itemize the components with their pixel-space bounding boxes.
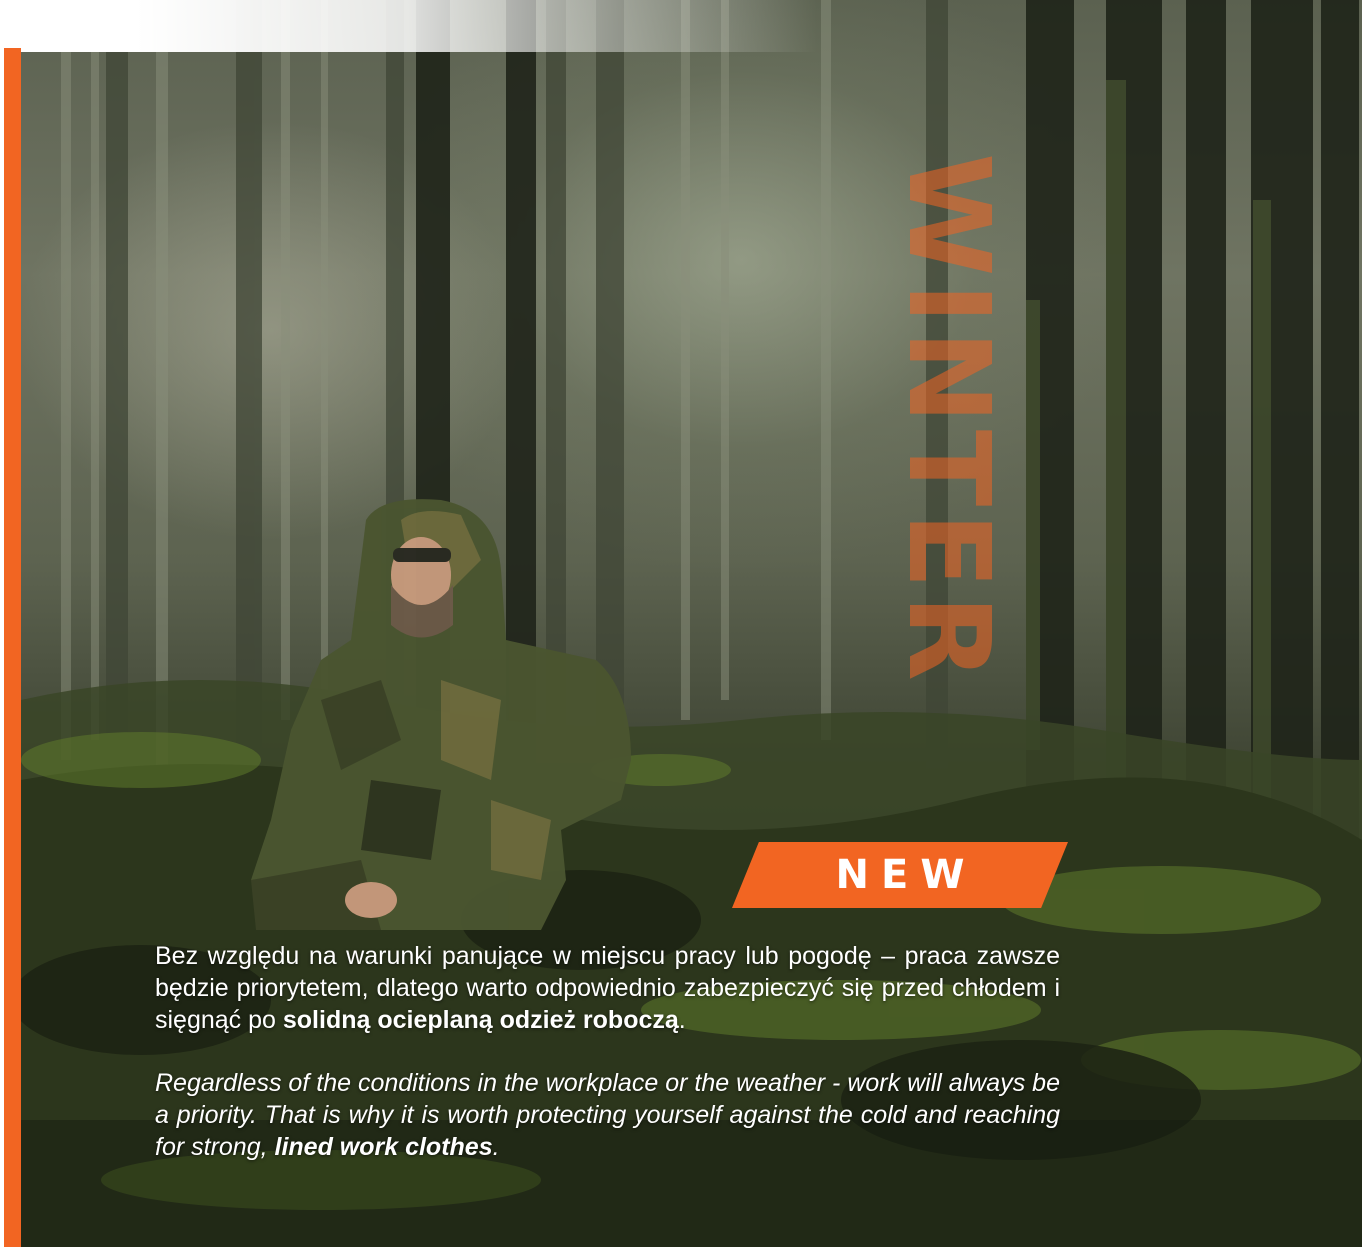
winter-collection-page: WINTER NEW Bez względu na warunki panują… xyxy=(0,0,1362,1247)
new-badge-label: NEW xyxy=(835,852,977,898)
description: Bez względu na warunki panujące w miejsc… xyxy=(155,940,1060,1163)
description-polish-tail: . xyxy=(678,1006,686,1034)
top-fade xyxy=(0,0,1362,52)
description-polish: Bez względu na warunki panujące w miejsc… xyxy=(155,940,1060,1036)
description-english-tail: . xyxy=(492,1133,500,1161)
description-english: Regardless of the conditions in the work… xyxy=(155,1067,1060,1163)
new-badge: NEW xyxy=(732,842,1068,908)
accent-side-bar xyxy=(4,48,21,1247)
description-polish-bold: solidną ocieplaną odzież roboczą xyxy=(282,1006,679,1034)
vertical-title: WINTER xyxy=(883,152,1013,688)
description-english-bold: lined work clothes xyxy=(274,1133,493,1161)
